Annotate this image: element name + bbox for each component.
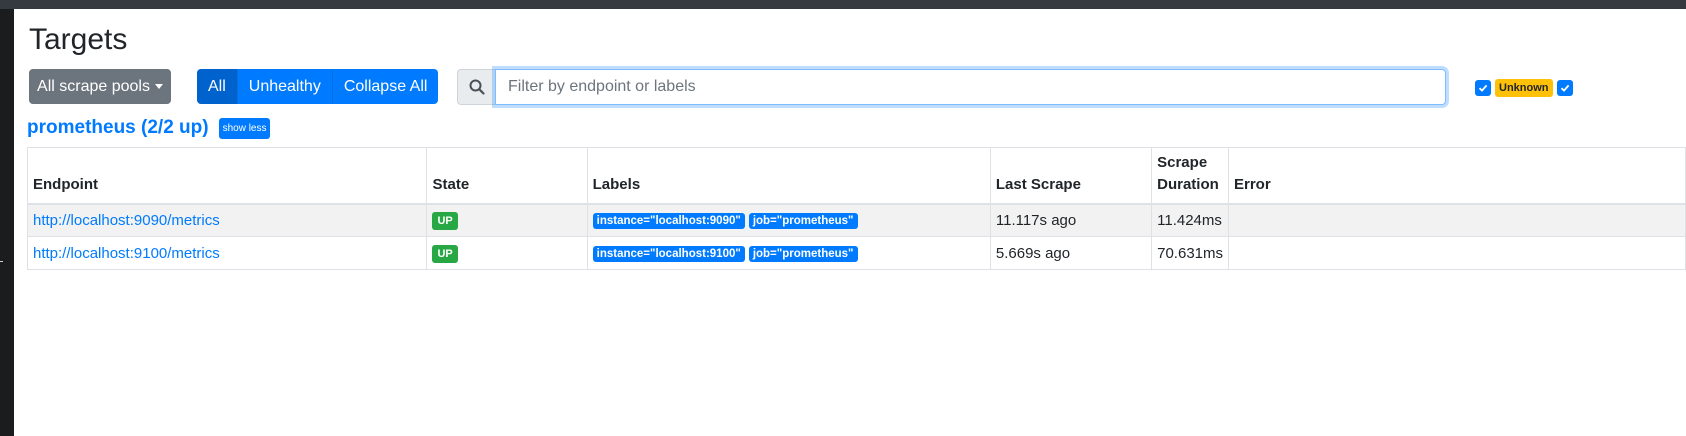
unknown-checkbox[interactable] [1475, 80, 1491, 96]
search-input[interactable] [495, 69, 1446, 105]
table-row: http://localhost:9090/metrics UP instanc… [26, 203, 1686, 237]
error-cell [1228, 236, 1686, 270]
label-badge: job="prometheus" [748, 213, 858, 230]
endpoint-link[interactable]: http://localhost:9090/metrics [33, 212, 220, 229]
last-scrape-cell: 5.669s ago [989, 236, 1153, 270]
label-badge: instance="localhost:9100" [592, 246, 745, 262]
header-error: Error [1228, 147, 1686, 205]
state-badge: UP [432, 244, 458, 263]
scrape-pools-dropdown[interactable]: All scrape pools [29, 69, 171, 104]
check-icon [1478, 84, 1488, 92]
targets-page: Targets All scrape pools All Unhealthy C… [14, 9, 1686, 436]
filter-button-group: All Unhealthy Collapse All [197, 69, 439, 104]
health-filters: Unknown [1475, 79, 1573, 97]
show-less-button[interactable]: show less [218, 117, 271, 139]
next-health-checkbox[interactable] [1556, 80, 1573, 96]
check-icon [1560, 84, 1569, 92]
page-title: Targets [29, 23, 128, 56]
search-group [457, 69, 1446, 105]
endpoint-link[interactable]: http://localhost:9100/metrics [33, 245, 220, 262]
header-scrape-duration: Scrape Duration [1151, 147, 1229, 205]
scrape-pools-label: All scrape pools [37, 77, 150, 95]
pool-title-link[interactable]: prometheus (2/2 up) [27, 117, 209, 139]
left-edge [0, 9, 14, 436]
unknown-badge: Unknown [1495, 79, 1553, 97]
caret-down-icon [154, 84, 163, 89]
label-badge: job="prometheus" [748, 246, 858, 262]
error-cell [1228, 203, 1686, 237]
top-bar [0, 0, 1686, 9]
targets-table: Endpoint State Labels Last Scrape Scrape… [26, 147, 1686, 270]
header-labels: Labels [586, 147, 991, 205]
state-badge: UP [432, 211, 458, 230]
search-icon [457, 69, 495, 105]
scrape-duration-cell: 11.424ms [1151, 203, 1229, 237]
label-badge: instance="localhost:9090" [592, 213, 745, 230]
collapse-all-button[interactable]: Collapse All [332, 69, 439, 104]
table-header-row: Endpoint State Labels Last Scrape Scrape… [26, 147, 1686, 205]
header-state: State [426, 147, 588, 205]
scrape-duration-cell: 70.631ms [1151, 236, 1229, 270]
filter-unhealthy-button[interactable]: Unhealthy [237, 69, 333, 104]
header-endpoint: Endpoint [26, 147, 428, 205]
header-last-scrape: Last Scrape [989, 147, 1153, 205]
filter-all-button[interactable]: All [197, 69, 238, 104]
pool-header: prometheus (2/2 up) show less [27, 117, 271, 139]
table-row: http://localhost:9100/metrics UP instanc… [26, 236, 1686, 270]
last-scrape-cell: 11.117s ago [989, 203, 1153, 237]
